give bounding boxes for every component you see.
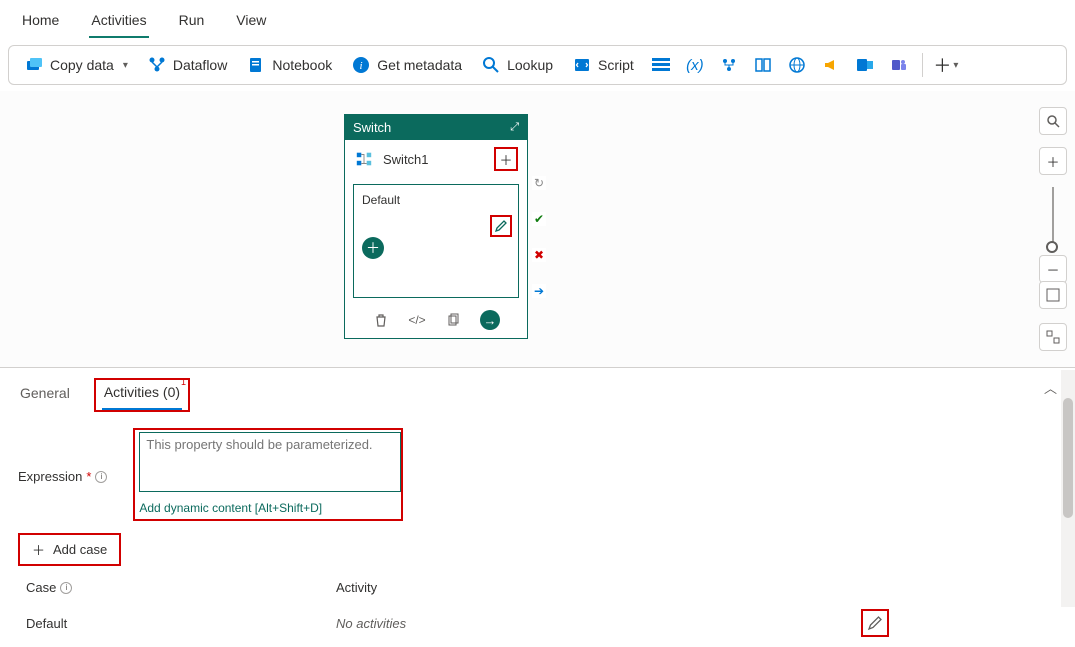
canvas-search-button[interactable] [1039,107,1067,135]
case-column-header: Case [26,580,56,595]
lookup-icon [482,56,500,74]
activity-cell-empty: No activities [336,616,861,631]
expression-input[interactable] [139,432,401,492]
lookup-label: Lookup [507,57,553,73]
dataflow-label: Dataflow [173,57,227,73]
add-activity-button[interactable]: ＋▾ [931,51,961,79]
tab-general[interactable]: General [18,381,72,409]
chevron-down-icon: ▾ [123,60,128,71]
expression-highlight: Add dynamic content [Alt+Shift+D] [133,428,403,521]
plus-icon: ＋ [32,540,45,559]
copy-data-icon [25,56,43,74]
table-row: Default No activities [0,599,1075,647]
fit-buttons [1039,281,1067,359]
switch-activity-node[interactable]: Switch ⤢ Switch1 ＋ Default ＋ </> [344,114,528,339]
edit-case-button[interactable] [861,609,889,637]
info-icon: i [352,56,370,74]
node-side-controls: ↻ ✔ ✖ ➔ [532,176,546,298]
case-table-header: Case i Activity [0,572,1075,599]
notebook-icon [247,56,265,74]
code-icon[interactable]: </> [408,311,426,329]
add-case-button[interactable]: ＋ Add case [18,533,121,566]
default-label: Default [362,193,510,207]
auto-align-button[interactable] [1039,323,1067,351]
zoom-in-button[interactable]: ＋ [1039,147,1067,175]
dataflow-button[interactable]: Dataflow [140,52,235,78]
expression-label: Expression * i [18,428,107,521]
pipeline-canvas[interactable]: ＋ － Switch ⤢ Switch1 ＋ Default [0,91,1075,368]
add-case-node-button[interactable]: ＋ [495,148,517,170]
tab-home[interactable]: Home [20,8,61,38]
completion-port-icon[interactable]: ➔ [532,284,546,298]
get-metadata-button[interactable]: i Get metadata [344,52,470,78]
edit-default-button[interactable] [490,215,512,237]
zoom-out-button[interactable]: － [1039,255,1067,283]
toolbar-separator [922,53,923,77]
success-port-icon[interactable]: ✔ [532,212,546,226]
script-icon [573,56,591,74]
switch-node-name: Switch1 [383,152,429,167]
expand-icon[interactable]: ⤢ [510,121,519,134]
info-icon[interactable]: i [95,471,107,483]
tab-run[interactable]: Run [177,8,207,38]
outlook-icon[interactable] [850,51,880,79]
info-icon[interactable]: i [60,582,72,594]
node-footer: </> → [345,304,527,338]
switch-icon [355,150,373,168]
toolbar-extra-4[interactable] [748,51,778,79]
collapse-panel-button[interactable]: ︿ [1044,378,1057,397]
switch-node-type: Switch [353,120,391,135]
tab-activities-badge: 1 [181,377,186,387]
required-asterisk: * [86,469,91,484]
svg-text:i: i [360,60,363,72]
lookup-button[interactable]: Lookup [474,52,561,78]
script-label: Script [598,57,634,73]
fit-to-screen-button[interactable] [1039,281,1067,309]
default-case-box[interactable]: Default ＋ [353,184,519,298]
toolbar-wrap: Copy data ▾ Dataflow Notebook i Get meta… [0,39,1075,91]
globe-icon[interactable] [782,51,812,79]
vertical-scrollbar[interactable] [1061,370,1075,607]
switch-node-header: Switch ⤢ [345,115,527,140]
toolbar-extra-1[interactable] [646,51,676,79]
case-cell-default: Default [26,616,336,631]
zoom-slider[interactable] [1052,187,1054,247]
toolbar-extra-3[interactable] [714,51,744,79]
script-button[interactable]: Script [565,52,642,78]
zoom-thumb[interactable] [1046,241,1058,253]
properties-tabs: General 1 Activities (0) ︿ [0,368,1075,412]
notebook-button[interactable]: Notebook [239,52,340,78]
announce-icon[interactable] [816,51,846,79]
tab-activities-panel[interactable]: Activities (0) [102,380,182,410]
run-icon[interactable]: → [480,310,500,330]
get-metadata-label: Get metadata [377,57,462,73]
notebook-label: Notebook [272,57,332,73]
copy-data-label: Copy data [50,57,114,73]
copy-data-button[interactable]: Copy data ▾ [17,52,136,78]
delete-icon[interactable] [372,311,390,329]
properties-body: Expression * i Add dynamic content [Alt+… [0,412,1075,521]
add-case-label: Add case [53,542,107,557]
tab-activities[interactable]: Activities [89,8,148,38]
dataflow-icon [148,56,166,74]
failure-port-icon[interactable]: ✖ [532,248,546,262]
tab-view[interactable]: View [234,8,268,38]
deactivate-icon[interactable]: ↻ [532,176,546,190]
teams-icon[interactable] [884,51,914,79]
zoom-controls: ＋ － [1039,147,1067,291]
scrollbar-thumb[interactable] [1063,398,1073,518]
add-dynamic-content-link[interactable]: Add dynamic content [Alt+Shift+D] [139,501,397,515]
activities-toolbar: Copy data ▾ Dataflow Notebook i Get meta… [8,45,1067,85]
variable-icon[interactable]: (x) [680,51,710,79]
copy-icon[interactable] [444,311,462,329]
add-activity-to-default-button[interactable]: ＋ [362,237,384,259]
activity-column-header: Activity [336,580,377,595]
tab-activities-highlight: 1 Activities (0) [94,378,190,412]
top-tab-bar: Home Activities Run View [0,0,1075,39]
